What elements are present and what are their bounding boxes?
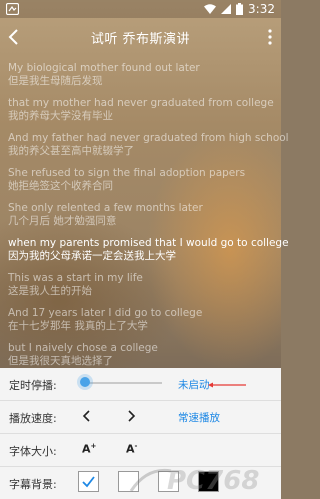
- battery-icon: [236, 3, 244, 15]
- lyric-chinese: 但是我生母随后发现: [8, 75, 103, 87]
- lyric-chinese: 因为我的父母承诺一定会送我上大学: [8, 250, 176, 262]
- font-decrease-button[interactable]: A-: [126, 442, 137, 456]
- font-size-label: 字体大小:: [9, 445, 57, 458]
- lyric-line[interactable]: She only relented a few months later 几个月后…: [8, 202, 278, 228]
- signal-icon: [221, 4, 232, 14]
- lyric-english: when my parents promised that I would go…: [8, 237, 289, 249]
- settings-panel: 定时停播: 未启动 播放速度: 常速播放 字体大小: A+ A- 字幕背景: P…: [0, 368, 281, 499]
- lyric-chinese: 这是我人生的开始: [8, 285, 92, 297]
- font-increase-button[interactable]: A+: [82, 442, 96, 456]
- lyric-line[interactable]: And 17 years later I did go to college 在十…: [8, 307, 278, 333]
- timer-slider-track[interactable]: [86, 382, 162, 384]
- speed-row: 播放速度: 常速播放: [0, 401, 281, 434]
- svg-text:PC768: PC768: [167, 466, 259, 496]
- lyric-english: This was a start in my life: [8, 272, 143, 284]
- back-arrow-icon[interactable]: [5, 27, 25, 47]
- annotation-arrow-icon: [208, 382, 246, 388]
- lyric-english: And 17 years later I did go to college: [8, 307, 203, 319]
- speed-increase-chevron-right-icon[interactable]: [126, 410, 136, 422]
- speed-decrease-chevron-left-icon[interactable]: [82, 410, 92, 422]
- lyric-english: She only relented a few months later: [8, 202, 203, 214]
- lyric-english: She refused to sign the final adoption p…: [8, 167, 246, 179]
- wifi-icon: [204, 4, 217, 14]
- lyric-chinese: 几个月后 她才勉强同意: [8, 215, 117, 227]
- lyric-chinese: 在十七岁那年 我真的上了大学: [8, 320, 148, 332]
- lyric-line[interactable]: that my mother had never graduated from …: [8, 97, 278, 123]
- title-bar: 试听 乔布斯演讲: [0, 18, 281, 56]
- status-time: 3:32: [248, 2, 275, 16]
- lyric-line[interactable]: My biological mother found out later 但是我生…: [8, 62, 278, 88]
- lyric-chinese: 但是我很天真地选择了: [8, 355, 113, 367]
- speed-label: 播放速度:: [9, 412, 57, 425]
- lyric-english: that my mother had never graduated from …: [8, 97, 274, 109]
- lyric-line[interactable]: when my parents promised that I would go…: [8, 237, 289, 263]
- lyric-line[interactable]: She refused to sign the final adoption p…: [8, 167, 278, 193]
- speed-value[interactable]: 常速播放: [178, 410, 220, 425]
- lyric-english: My biological mother found out later: [8, 62, 200, 74]
- lyric-chinese: 我的养母大学没有毕业: [8, 110, 113, 122]
- timer-row: 定时停播: 未启动: [0, 368, 281, 401]
- subtitle-bg-label: 字幕背景:: [9, 478, 57, 491]
- lyric-line[interactable]: but I naively chose a college 但是我很天真地选择了: [8, 342, 278, 368]
- lyric-chinese: 我的养父甚至高中就辍学了: [8, 145, 134, 157]
- lyrics-list[interactable]: My biological mother found out later 但是我生…: [8, 62, 289, 377]
- status-bar: 3:32: [0, 0, 281, 18]
- app-notification-icon: [6, 3, 19, 15]
- watermark-logo-icon: PC768: [129, 466, 259, 496]
- lyric-chinese: 她拒绝签这个收养合同: [8, 180, 113, 192]
- timer-slider-thumb[interactable]: [80, 377, 90, 387]
- lyric-english: And my father had never graduated from h…: [8, 132, 289, 144]
- lyric-line[interactable]: This was a start in my life 这是我人生的开始: [8, 272, 278, 298]
- subtitle-bg-option-white-1[interactable]: [78, 471, 99, 492]
- timer-label: 定时停播:: [9, 379, 57, 392]
- lyric-line[interactable]: And my father had never graduated from h…: [8, 132, 289, 158]
- more-menu-icon[interactable]: [265, 27, 275, 47]
- check-icon: [82, 476, 95, 488]
- lyric-english: but I naively chose a college: [8, 342, 158, 354]
- page-title: 试听 乔布斯演讲: [90, 31, 191, 47]
- timer-status[interactable]: 未启动: [178, 377, 210, 392]
